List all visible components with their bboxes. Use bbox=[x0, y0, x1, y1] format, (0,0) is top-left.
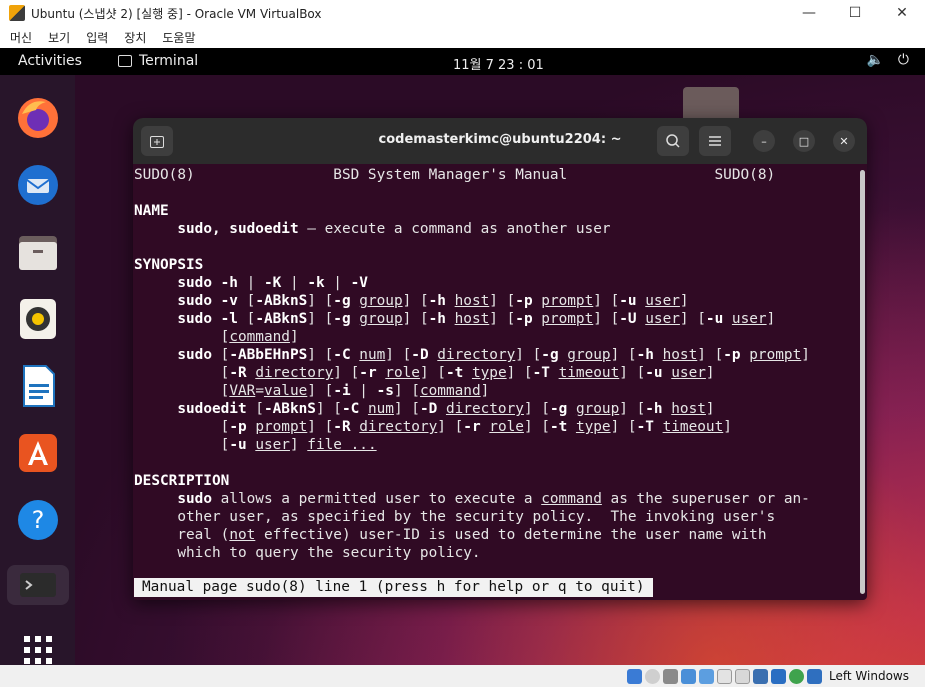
keyboard-capture-icon[interactable] bbox=[807, 668, 823, 684]
menu-view[interactable]: 보기 bbox=[48, 29, 70, 46]
terminal-close-button[interactable]: ✕ bbox=[833, 130, 855, 152]
power-icon: ⏻ bbox=[897, 52, 909, 68]
menu-help[interactable]: 도움말 bbox=[162, 29, 195, 46]
synopsis-line: sudo -l [-ABknS] [-g group] [-h host] [-… bbox=[177, 311, 776, 327]
hamburger-menu-button[interactable] bbox=[699, 126, 731, 156]
synopsis-line: [command] bbox=[134, 329, 299, 345]
name-description: — execute a command as another user bbox=[298, 221, 611, 237]
maximize-button[interactable]: ☐ bbox=[832, 0, 878, 26]
terminal-window[interactable]: codemasterkimc@ubuntu2204: ~ – □ ✕ SUDO(… bbox=[133, 118, 867, 600]
description-line: other user, as specified by the security… bbox=[177, 509, 776, 525]
rhythmbox-icon[interactable] bbox=[15, 296, 61, 342]
audio-icon[interactable] bbox=[663, 668, 679, 684]
volume-icon: 🔈 bbox=[866, 52, 884, 68]
search-button[interactable] bbox=[657, 126, 689, 156]
synopsis-line: sudo -h | -K | -k | -V bbox=[177, 275, 368, 291]
menu-machine[interactable]: 머신 bbox=[10, 29, 32, 46]
shared-folders-icon[interactable] bbox=[717, 668, 733, 684]
activities-button[interactable]: Activities bbox=[18, 53, 82, 69]
guest-screen: Activities Terminal 11월 7 23 : 01 🔈 ⏻ ? … bbox=[0, 48, 925, 665]
virtualization-icon[interactable] bbox=[771, 668, 787, 684]
man-header-right: SUDO(8) bbox=[714, 167, 776, 183]
description-line: sudo allows a permitted user to execute … bbox=[177, 491, 810, 507]
gnome-top-bar: Activities Terminal 11월 7 23 : 01 🔈 ⏻ bbox=[0, 48, 925, 75]
optical-drive-icon[interactable] bbox=[645, 668, 661, 684]
synopsis-line: [-p prompt] [-R directory] [-r role] [-t… bbox=[134, 419, 732, 435]
clock[interactable]: 11월 7 23 : 01 bbox=[453, 54, 544, 73]
svg-text:?: ? bbox=[32, 506, 45, 534]
synopsis-line: [-R directory] [-r role] [-t type] [-T t… bbox=[134, 365, 715, 381]
virtualbox-title-bar: Ubuntu (스냅샷 2) [실행 중] - Oracle VM Virtua… bbox=[0, 0, 925, 26]
virtualbox-status-bar: Left Windows bbox=[0, 665, 925, 687]
host-key-label: Left Windows bbox=[829, 669, 909, 683]
terminal-scrollbar[interactable] bbox=[860, 170, 865, 594]
firefox-icon[interactable] bbox=[15, 95, 61, 141]
description-heading: DESCRIPTION bbox=[134, 473, 230, 489]
dock: ? bbox=[0, 75, 75, 665]
app-menu-label: Terminal bbox=[139, 53, 199, 69]
menu-devices[interactable]: 장치 bbox=[124, 29, 146, 46]
pager-status-bar: Manual page sudo(8) line 1 (press h for … bbox=[134, 578, 653, 597]
terminal-icon bbox=[118, 55, 132, 67]
synopsis-line: sudoedit [-ABknS] [-C num] [-D directory… bbox=[177, 401, 715, 417]
virtualbox-menu-bar: 머신 보기 입력 장치 도움말 bbox=[0, 26, 925, 48]
name-commands: sudo, sudoedit bbox=[177, 221, 299, 237]
name-heading: NAME bbox=[134, 203, 169, 219]
terminal-maximize-button[interactable]: □ bbox=[793, 130, 815, 152]
synopsis-line: [VAR=value] [-i | -s] [command] bbox=[134, 383, 490, 399]
network-icon[interactable] bbox=[681, 668, 697, 684]
description-line: which to query the security policy. bbox=[177, 545, 481, 561]
virtualbox-app-icon bbox=[9, 5, 25, 21]
synopsis-line: sudo -v [-ABknS] [-g group] [-h host] [-… bbox=[177, 293, 689, 309]
app-center-icon[interactable] bbox=[15, 430, 61, 476]
terminal-minimize-button[interactable]: – bbox=[753, 130, 775, 152]
synopsis-heading: SYNOPSIS bbox=[134, 257, 204, 273]
system-menu[interactable]: 🔈 ⏻ bbox=[866, 52, 909, 68]
terminal-content[interactable]: SUDO(8) BSD System Manager's Manual SUDO… bbox=[133, 164, 855, 600]
man-header-left: SUDO(8) bbox=[134, 167, 195, 183]
mouse-integration-icon[interactable] bbox=[789, 668, 805, 684]
help-icon[interactable]: ? bbox=[15, 497, 61, 543]
close-button[interactable]: ✕ bbox=[879, 0, 925, 26]
minimize-button[interactable]: — bbox=[786, 0, 832, 26]
display-icon[interactable] bbox=[735, 668, 751, 684]
usb-icon[interactable] bbox=[699, 668, 715, 684]
terminal-header-bar: codemasterkimc@ubuntu2204: ~ – □ ✕ bbox=[133, 118, 867, 164]
menu-input[interactable]: 입력 bbox=[86, 29, 108, 46]
description-line: real (not effective) user-ID is used to … bbox=[134, 527, 767, 543]
terminal-dock-icon[interactable] bbox=[7, 565, 69, 605]
synopsis-line: [-u user] file ... bbox=[134, 437, 377, 453]
man-header-line: SUDO(8) BSD System Manager's Manual SUDO… bbox=[134, 166, 775, 184]
files-icon[interactable] bbox=[15, 229, 61, 275]
app-menu-terminal[interactable]: Terminal bbox=[118, 53, 198, 69]
name-line: sudo, sudoedit — execute a command as an… bbox=[134, 220, 611, 238]
libreoffice-writer-icon[interactable] bbox=[15, 363, 61, 409]
show-apps-icon[interactable] bbox=[15, 627, 61, 665]
window-title: Ubuntu (스냅샷 2) [실행 중] - Oracle VM Virtua… bbox=[31, 6, 322, 21]
man-header-center: BSD System Manager's Manual bbox=[333, 167, 568, 183]
thunderbird-icon[interactable] bbox=[15, 162, 61, 208]
hard-disk-icon[interactable] bbox=[627, 668, 643, 684]
recording-icon[interactable] bbox=[753, 668, 769, 684]
synopsis-line: sudo [-ABbEHnPS] [-C num] [-D directory]… bbox=[177, 347, 810, 363]
